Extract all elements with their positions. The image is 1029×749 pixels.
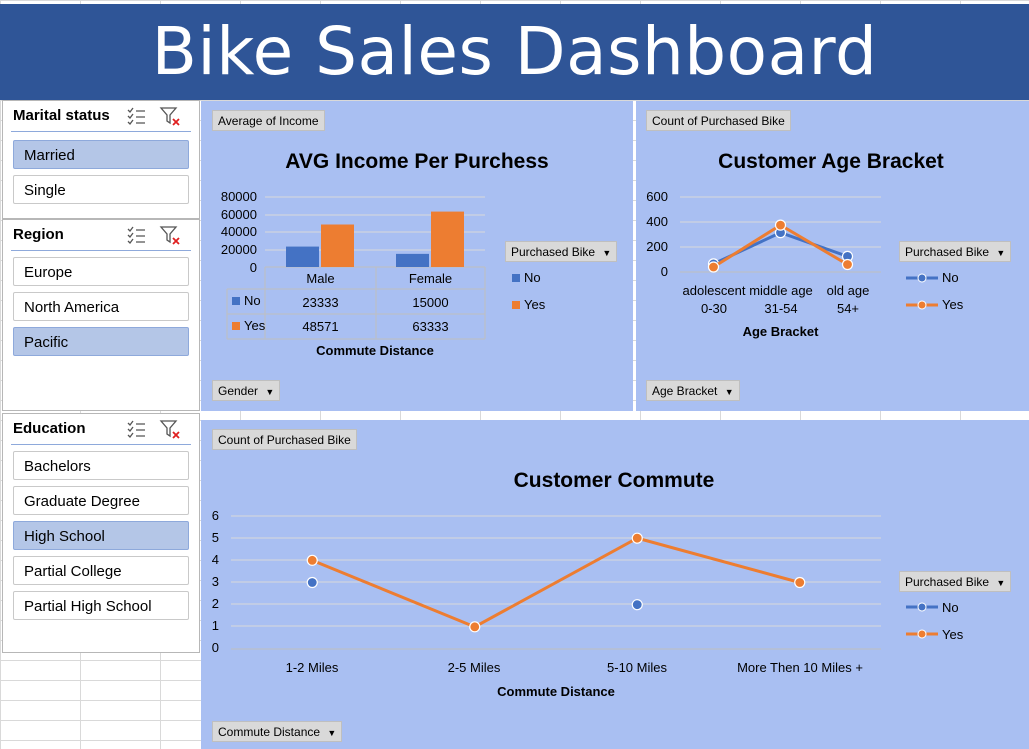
x-tick-label: old age <box>826 283 870 298</box>
axis-field-button[interactable]: Commute Distance ▼ <box>212 721 343 742</box>
legend-line-markers <box>906 273 938 310</box>
legend-line-markers <box>906 602 938 639</box>
data-point-yes <box>774 219 787 231</box>
x-tick-label: 54+ <box>836 301 860 316</box>
legend-label-no: No <box>942 600 959 615</box>
legend-label-no: No <box>524 270 541 285</box>
x-tick-label: middle age <box>749 283 813 298</box>
slicer-marital-status: Marital status Married Single <box>2 100 200 219</box>
dropdown-arrow-icon: ▼ <box>602 248 612 258</box>
legend-field-label: Purchased Bike <box>511 245 596 259</box>
axis-field-label: Age Bracket <box>652 384 718 398</box>
legend-field-button[interactable]: Purchased Bike ▼ <box>899 571 1012 592</box>
axis-field-button[interactable]: Age Bracket ▼ <box>646 380 740 401</box>
legend-field-label: Purchased Bike <box>905 245 990 259</box>
data-point-yes <box>794 576 806 589</box>
clear-filter-icon[interactable] <box>159 105 181 127</box>
table-cell: 15000 <box>412 295 449 310</box>
data-point-yes <box>306 554 318 566</box>
slicer-title: Region <box>13 226 64 243</box>
category-label: Female <box>408 271 453 286</box>
dropdown-arrow-icon: ▼ <box>327 728 337 738</box>
slicer-header: Region <box>11 220 191 251</box>
data-point-no <box>631 599 643 611</box>
slicer-item-graduate-degree[interactable]: Graduate Degree <box>13 486 189 515</box>
axis-field-button[interactable]: Gender ▼ <box>212 380 281 401</box>
slicer-item-high-school[interactable]: High School <box>13 521 189 550</box>
slicer-item-north-america[interactable]: North America <box>13 292 189 321</box>
slicer-item-single[interactable]: Single <box>13 175 189 204</box>
slicer-header: Education <box>11 414 191 445</box>
x-tick-label: 31-54 <box>764 301 798 316</box>
slicer-education: Education Bachelors Graduate Degree High… <box>2 413 200 653</box>
table-row-label-no: No <box>244 293 261 308</box>
legend-marker-no <box>512 274 520 282</box>
x-axis-title: Commute Distance <box>316 343 434 358</box>
legend-field-label: Purchased Bike <box>905 575 990 589</box>
income-chart-area[interactable]: Average of Income AVG Income Per Purches… <box>201 101 633 411</box>
clear-filter-icon[interactable] <box>159 224 181 246</box>
axis-field-label: Commute Distance <box>218 725 321 739</box>
slicer-item-married[interactable]: Married <box>13 140 189 169</box>
legend-field-button[interactable]: Purchased Bike ▼ <box>899 241 1012 262</box>
axis-field-label: Gender <box>218 384 259 398</box>
data-point-yes <box>707 261 720 273</box>
legend-key-no <box>232 297 240 305</box>
data-point-yes <box>469 621 481 633</box>
dropdown-arrow-icon: ▼ <box>996 578 1006 588</box>
x-tick-label: adolescent <box>682 283 746 298</box>
legend-field-button[interactable]: Purchased Bike ▼ <box>505 241 618 262</box>
slicer-item-bachelors[interactable]: Bachelors <box>13 451 189 480</box>
category-label: Male <box>306 271 335 286</box>
slicer-item-europe[interactable]: Europe <box>13 257 189 286</box>
x-axis-title: Age Bracket <box>742 324 819 339</box>
legend-key-yes <box>232 322 240 330</box>
table-cell: 48571 <box>302 319 339 334</box>
legend-label-yes: Yes <box>942 627 964 642</box>
table-cell: 23333 <box>302 295 339 310</box>
bar-yes <box>321 224 354 267</box>
age-chart-area[interactable]: Count of Purchased Bike Customer Age Bra… <box>636 101 1029 411</box>
x-axis-title: Commute Distance <box>497 684 615 699</box>
legend-marker-yes <box>512 301 520 309</box>
bar-yes <box>431 211 464 267</box>
commute-chart-area[interactable]: Count of Purchased Bike Customer Commute… <box>201 420 1029 749</box>
x-tick-label: More Then 10 Miles + <box>737 660 863 675</box>
bar-no <box>396 253 429 267</box>
dropdown-arrow-icon: ▼ <box>724 387 734 397</box>
clear-filter-icon[interactable] <box>159 418 181 440</box>
slicer-region: Region Europe North America Pacific <box>2 219 200 411</box>
slicer-title: Education <box>13 420 86 437</box>
x-tick-label: 2-5 Miles <box>447 660 501 675</box>
legend-label-yes: Yes <box>942 297 964 312</box>
x-tick-label: 0-30 <box>700 301 728 316</box>
dropdown-arrow-icon: ▼ <box>265 387 275 397</box>
table-cell: 63333 <box>412 319 449 334</box>
bar-no <box>286 246 319 267</box>
legend-label-no: No <box>942 270 959 285</box>
x-tick-label: 1-2 Miles <box>285 660 339 675</box>
slicer-item-partial-high-school[interactable]: Partial High School <box>13 591 189 620</box>
multi-select-icon[interactable] <box>125 224 147 246</box>
dashboard-title: Bike Sales Dashboard <box>0 4 1029 100</box>
data-point-no <box>306 576 318 589</box>
table-row-label-yes: Yes <box>244 318 266 333</box>
dropdown-arrow-icon: ▼ <box>996 248 1006 258</box>
multi-select-icon[interactable] <box>125 418 147 440</box>
multi-select-icon[interactable] <box>125 105 147 127</box>
slicer-title: Marital status <box>13 107 110 124</box>
data-point-yes <box>841 258 854 271</box>
data-point-yes <box>631 532 643 544</box>
slicer-item-partial-college[interactable]: Partial College <box>13 556 189 585</box>
slicer-item-pacific[interactable]: Pacific <box>13 327 189 356</box>
x-tick-label: 5-10 Miles <box>607 660 667 675</box>
legend-label-yes: Yes <box>524 297 546 312</box>
slicer-header: Marital status <box>11 101 191 132</box>
